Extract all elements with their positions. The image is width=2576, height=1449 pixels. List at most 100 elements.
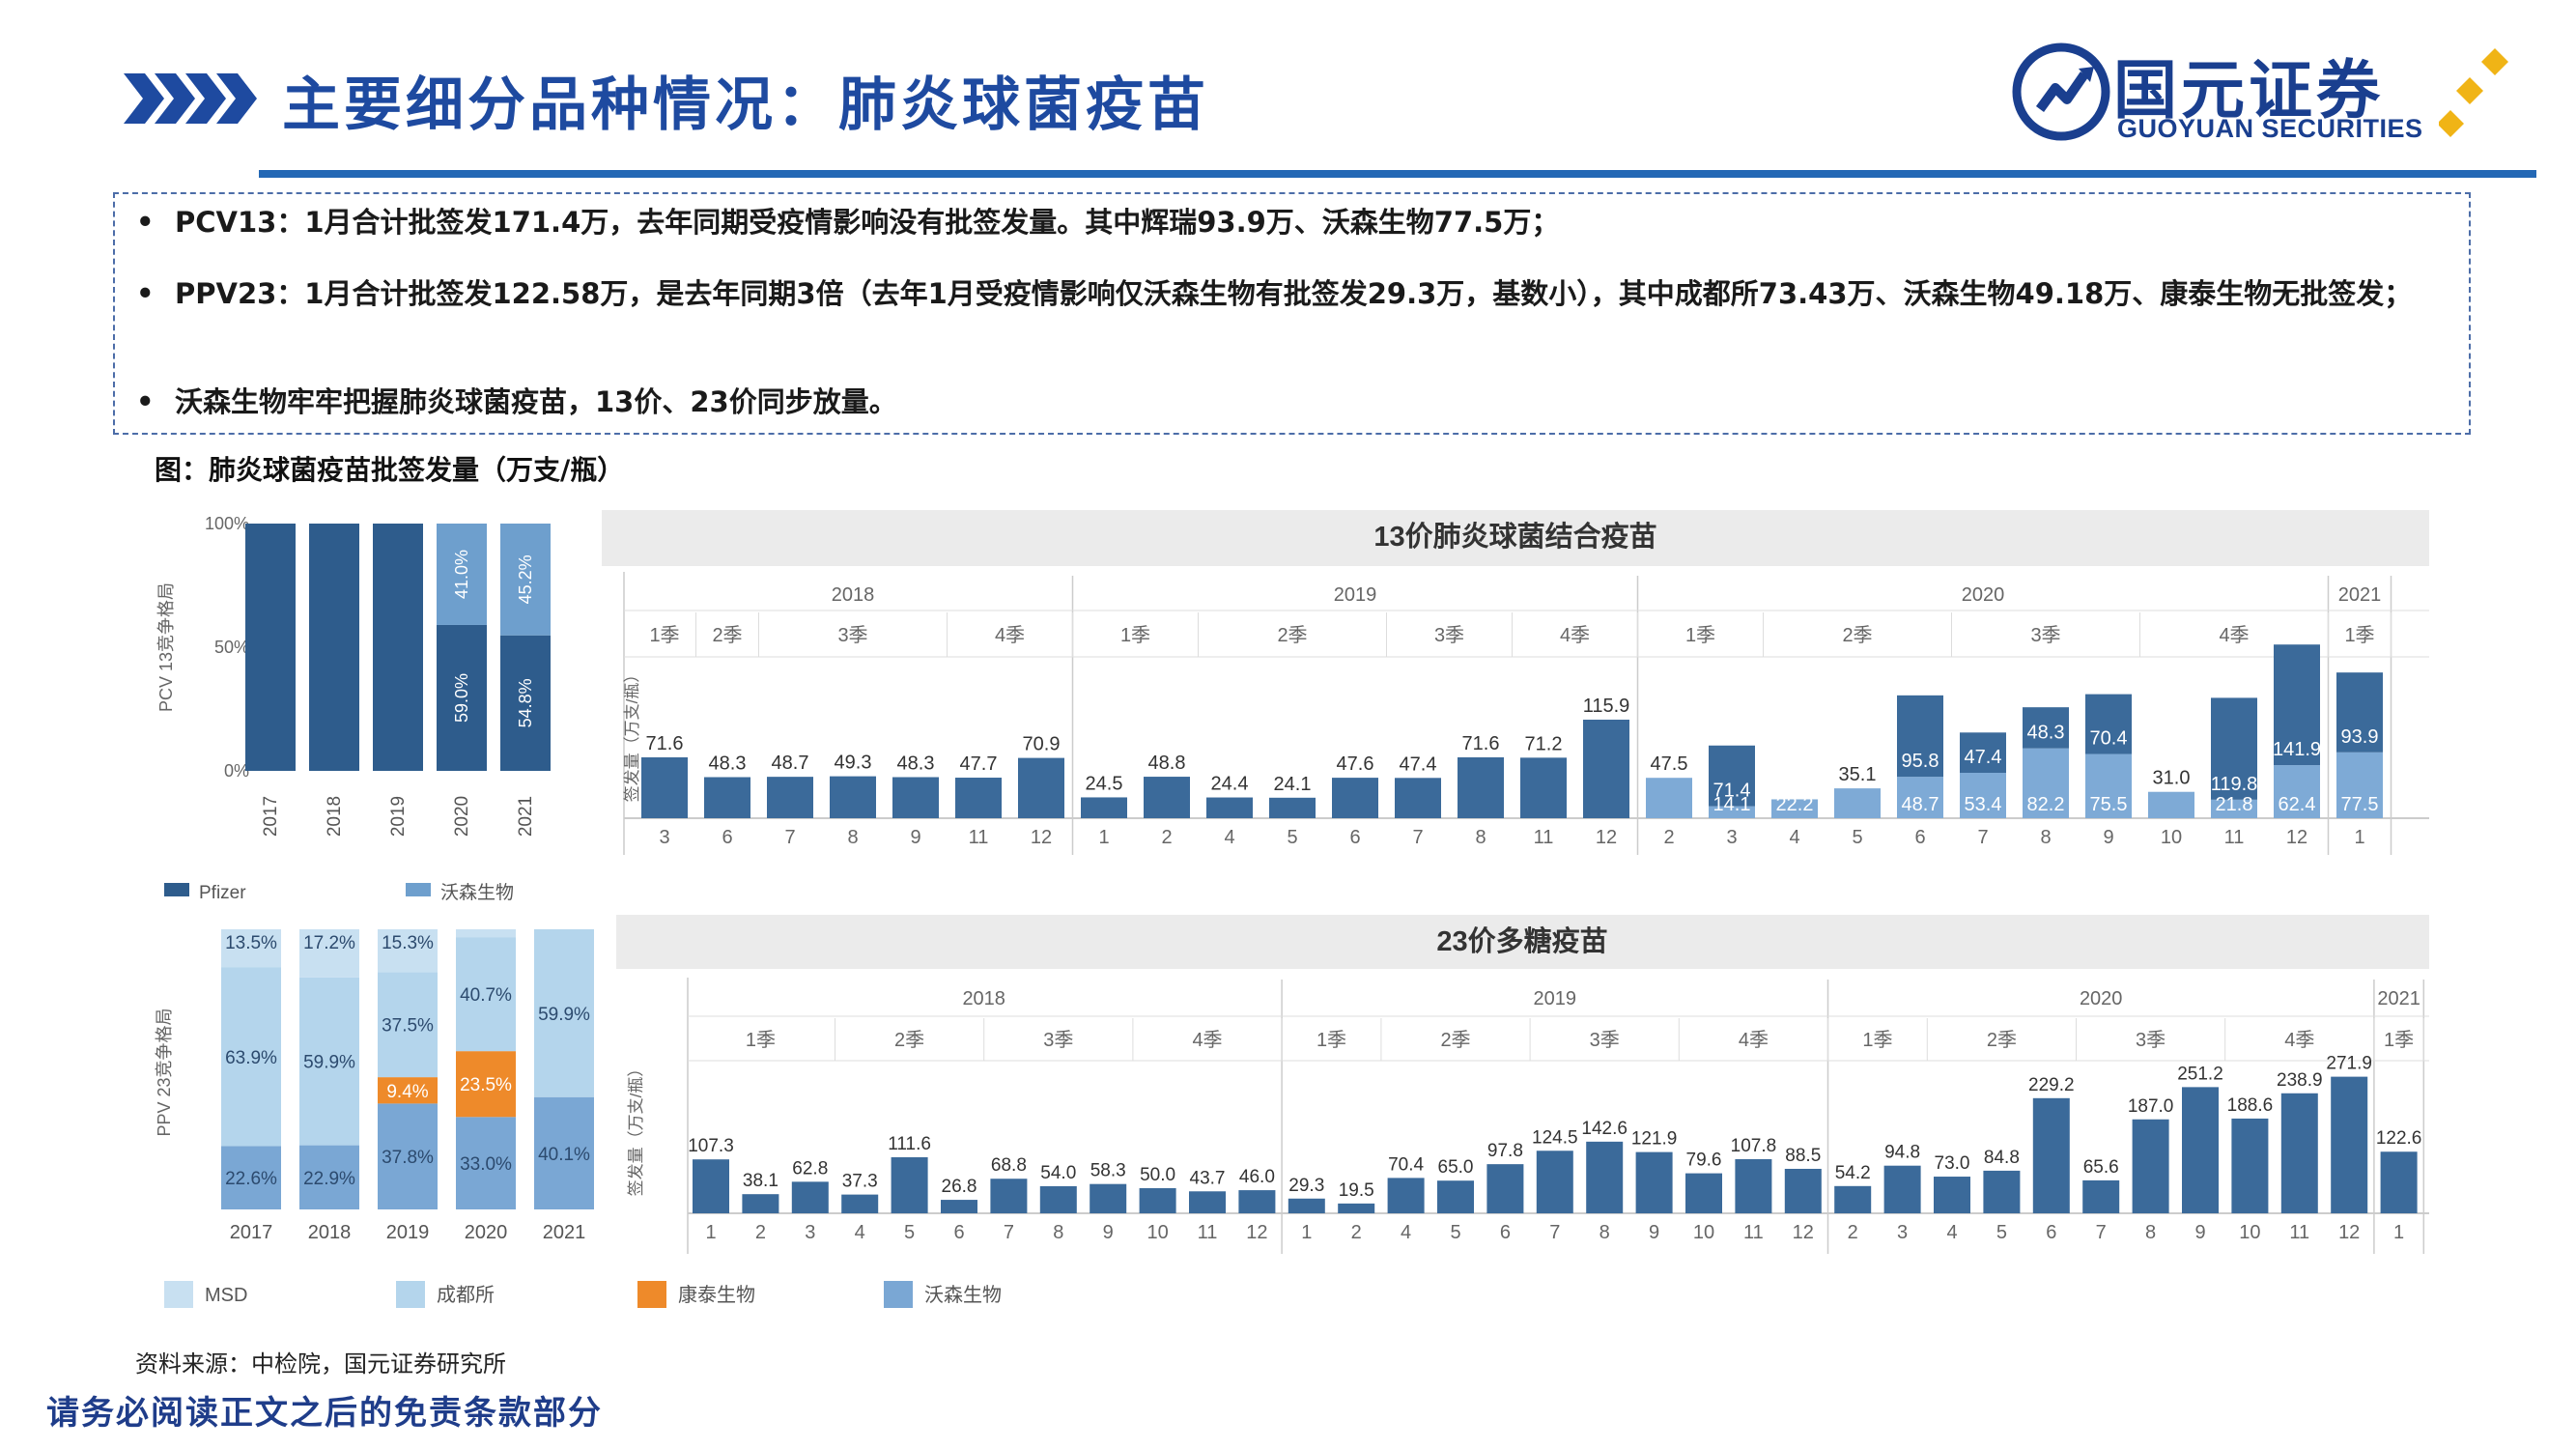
pcv13-month-tick: 1: [2354, 827, 2364, 848]
guoyuan-logo-icon: [2012, 43, 2110, 141]
ppv23-data-label: 142.6: [1581, 1119, 1628, 1139]
pcv13-bar: [641, 756, 688, 818]
pcv13-bar: [1520, 757, 1567, 818]
logo-stars-icon: [2439, 48, 2508, 137]
ppv23-quarter-label: 2季: [894, 1029, 924, 1051]
pcv13-data-label: 49.3: [835, 753, 872, 774]
pcv-share-ylabel: PCV 13竞争格局: [156, 582, 176, 712]
pcv13-data-label: 48.8: [1148, 753, 1186, 774]
pcv13-data-label: 95.8: [1902, 751, 1939, 772]
ppv23-bar: [742, 1194, 779, 1213]
ppv23-month-tick: 4: [1946, 1222, 1957, 1243]
ppv-share-ylabel: PPV 23竞争格局: [155, 1008, 174, 1136]
ppv23-month-tick: 8: [2145, 1222, 2156, 1243]
ppv23-bar: [2082, 1179, 2120, 1213]
ppv23-month-tick: 12: [2338, 1222, 2360, 1243]
pcv13-data-label: 48.3: [897, 753, 935, 774]
ppv23-month-tick: 6: [953, 1222, 964, 1243]
ppv23-data-label: 84.8: [1984, 1148, 2020, 1168]
pcv13-data-label: 119.8: [2211, 774, 2258, 795]
ppv23-month-tick: 9: [1103, 1222, 1114, 1243]
pcv13-data-label: 77.5: [2341, 794, 2379, 815]
pcv13-month-tick: 11: [1534, 827, 1554, 848]
pcv13-year-label: 2020: [1962, 584, 2005, 606]
ppv-share-label: 23.5%: [460, 1075, 512, 1095]
legend-swatch-pfizer: [164, 883, 189, 896]
ppv23-bar: [2231, 1118, 2269, 1213]
ppv23-data-label: 121.9: [1631, 1129, 1678, 1150]
ppv-share-label: 33.0%: [460, 1154, 512, 1175]
pcv13-month-tick: 4: [1224, 827, 1234, 848]
ppv23-bar: [1238, 1190, 1276, 1213]
pcv-share-xtick: 2017: [261, 796, 281, 837]
ppv23-month-tick: 4: [855, 1222, 865, 1243]
ppv23-bar: [1437, 1180, 1474, 1213]
ppv23-data-label: 68.8: [991, 1155, 1027, 1176]
pcv13-bar: [830, 776, 876, 818]
ppv23-data-label: 122.6: [2376, 1128, 2422, 1149]
ppv23-data-label: 271.9: [2326, 1054, 2372, 1074]
bullet-walvax: • 沃森生物牢牢把握肺炎球菌疫苗，13价、23价同步放量。: [136, 385, 897, 418]
pcv13-quarter-label: 4季: [995, 624, 1025, 646]
charts-area: PCV 13竞争格局0%50%100%2017 2018 201959.0%41.0…: [155, 510, 2429, 1308]
pcv13-bar: [1646, 778, 1692, 818]
ppv-legend-swatch: [884, 1281, 913, 1308]
pcv13-data-label: 21.8: [2216, 794, 2253, 815]
pcv13-month-tick: 7: [784, 827, 795, 848]
ppv23-quarter-label: 1季: [2384, 1029, 2414, 1051]
pcv13-data-label: 75.5: [2090, 794, 2128, 815]
pcv13-data-label: 48.3: [709, 753, 747, 774]
pcv13-data-label: 71.2: [1525, 733, 1563, 754]
ppv-share-label: 22.9%: [303, 1169, 355, 1189]
ppv23-month-tick: 11: [1743, 1222, 1764, 1243]
ppv23-month-tick: 9: [1649, 1222, 1659, 1243]
ppv23-data-label: 37.3: [842, 1172, 878, 1192]
disclaimer: 请务必阅读正文之后的免责条款部分: [46, 1394, 603, 1433]
pcv13-month-tick: 5: [1852, 827, 1862, 848]
ppv-share-label: 59.9%: [303, 1053, 355, 1073]
pcv13-bar: [1332, 778, 1378, 818]
ppv23-data-label: 43.7: [1190, 1168, 1226, 1188]
ppv23-data-label: 124.5: [1532, 1127, 1578, 1148]
pcv13-data-label: 48.7: [1902, 794, 1939, 815]
ppv23-month-tick: 2: [755, 1222, 766, 1243]
ppv23-bar: [2280, 1093, 2318, 1213]
ppv23-data-label: 73.0: [1935, 1153, 1970, 1174]
ppv23-month-tick: 5: [1450, 1222, 1460, 1243]
ppv23-month-tick: 7: [2096, 1222, 2107, 1243]
pcv13-bar: [1206, 797, 1253, 818]
ppv23-data-label: 94.8: [1884, 1143, 1920, 1163]
ppv23-data-label: 187.0: [2128, 1096, 2174, 1117]
pcv13-data-label: 48.7: [772, 753, 809, 774]
ppv23-bar: [1189, 1191, 1226, 1213]
pcv13-quarter-label: 3季: [837, 624, 867, 646]
ppv23-month-tick: 12: [1793, 1222, 1814, 1243]
ppv-share-xtick: 2019: [386, 1222, 430, 1243]
ppv23-data-label: 65.0: [1438, 1157, 1474, 1178]
ppv23-bar: [1486, 1164, 1524, 1213]
ppv23-month-tick: 3: [805, 1222, 815, 1243]
pcv13-month-tick: 12: [1031, 827, 1052, 848]
ppv23-bar: [1338, 1203, 1375, 1213]
pcv13-data-label: 82.2: [2027, 794, 2065, 815]
ppv23-bar: [2331, 1076, 2368, 1213]
pcv13-quarter-label: 4季: [1560, 624, 1590, 646]
pcv13-month-tick: 3: [659, 827, 669, 848]
bullet-ppv23: • PPV23：1月合计批签发122.58万，是去年同期3倍（去年1月受疫情影响仅…: [136, 277, 2413, 310]
pcv13-data-label: 70.4: [2090, 728, 2128, 750]
ppv23-month-tick: 11: [2289, 1222, 2309, 1243]
ppv23-month-tick: 10: [2239, 1222, 2260, 1243]
ppv23-bar: [1536, 1151, 1573, 1213]
ppv23-data-label: 54.0: [1040, 1163, 1076, 1183]
ppv23-bar: [2132, 1119, 2169, 1213]
pcv-share-ytick: 100%: [205, 514, 249, 533]
ppv-legend-swatch: [637, 1281, 666, 1308]
ppv-share-label: 37.8%: [382, 1148, 434, 1168]
pcv-share-label: 45.2%: [516, 554, 535, 604]
ppv23-quarter-label: 4季: [2284, 1029, 2314, 1051]
ppv23-month-tick: 6: [2046, 1222, 2056, 1243]
pcv13-bar: [955, 778, 1002, 818]
pcv13-data-label: 47.4: [1965, 747, 2002, 768]
source-note: 资料来源：中检院，国元证券研究所: [135, 1350, 506, 1378]
pcv-share-xtick: 2021: [516, 796, 536, 837]
